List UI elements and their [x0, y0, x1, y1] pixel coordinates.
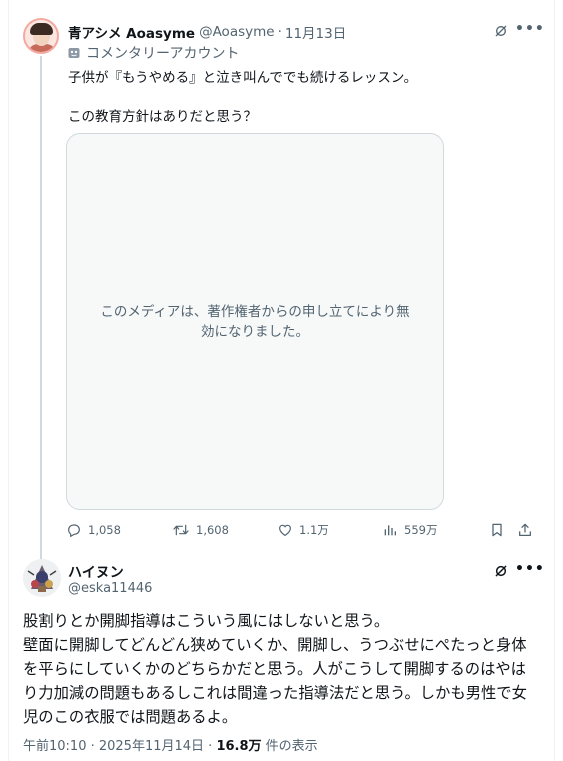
tweet-date[interactable]: 11月13日	[285, 22, 346, 42]
reply-author-handle[interactable]: @eska11446	[68, 581, 152, 596]
like-count: 1.1万	[299, 523, 329, 537]
reply-text-line: り力加減の問題もあるしこれは間違った指導法だと思う。しかも男性で女	[23, 684, 527, 702]
like-button[interactable]: 1.1万	[277, 522, 329, 538]
reply-button[interactable]: 1,058	[66, 522, 121, 538]
more-icon[interactable]: •••	[515, 561, 545, 577]
reply-metadata: 午前10:10 · 2025年11月14日 · 16.8万 件の表示	[23, 735, 318, 754]
mask-icon	[68, 48, 80, 58]
commentary-label: コメンタリーアカウント	[68, 43, 239, 63]
more-icon[interactable]: •••	[515, 21, 545, 37]
separator: ·	[277, 24, 282, 40]
commentary-text: コメンタリーアカウント	[86, 46, 240, 62]
reply-count: 1,058	[88, 523, 121, 537]
repost-icon	[173, 524, 189, 536]
reply-text-line: 壁面に開脚してどんどん狭めていくか、開脚し、うつぶせにぺたっと身体	[23, 636, 527, 654]
reply-author-name[interactable]: ハイヌン	[68, 562, 124, 582]
thread-connector-line	[40, 56, 42, 561]
repost-button[interactable]: 1,608	[172, 522, 229, 538]
grok-icon[interactable]	[493, 23, 509, 39]
views-button[interactable]: 559万	[382, 522, 437, 538]
repost-count: 1,608	[196, 523, 229, 537]
media-notice: このメディアは、著作権者からの申し立てにより無効になりました。	[100, 303, 410, 340]
bookmark-button[interactable]	[489, 522, 511, 538]
reply-icon	[68, 524, 80, 537]
views-count: 559万	[404, 523, 438, 537]
share-button[interactable]	[517, 522, 539, 538]
author-handle[interactable]: @Aoasyme	[199, 24, 275, 40]
reply-views-label: 件の表示	[261, 739, 318, 754]
bookmark-icon	[492, 523, 502, 537]
heart-icon	[279, 524, 291, 536]
share-icon	[519, 523, 531, 536]
reply-text-line: を平らにしていくかのどちらかだと思う。人がこうして開脚するのはやは	[23, 660, 526, 678]
tweet-text-line: 子供が『もうやめる』と泣き叫んででも続けるレッスン。	[68, 70, 418, 86]
avatar[interactable]	[23, 18, 59, 54]
author-name[interactable]: 青アシメ Aoasyme	[68, 22, 195, 42]
reply-text-line: 児のこの衣服では問題あるよ。	[23, 708, 238, 726]
avatar[interactable]	[23, 559, 61, 597]
views-icon	[384, 525, 396, 536]
grok-icon[interactable]	[493, 563, 509, 579]
reply-text-line: 股割りとか開脚指導はこういう風にはしないと思う。	[23, 612, 390, 630]
tweet-header: 青アシメ Aoasyme @Aoasyme · 11月13日	[68, 22, 346, 42]
tweet-text-line: この教育方針はありだと思う？	[68, 109, 257, 125]
action-bar: 1,058 1,608 1.1万 559万	[66, 522, 536, 542]
reply-views-count[interactable]: 16.8万	[216, 739, 261, 754]
media-unavailable-card[interactable]: このメディアは、著作権者からの申し立てにより無効になりました。	[66, 133, 444, 510]
avatar-emblem-icon	[23, 559, 61, 597]
reply-timestamp[interactable]: 午前10:10 · 2025年11月14日 ·	[23, 739, 216, 754]
